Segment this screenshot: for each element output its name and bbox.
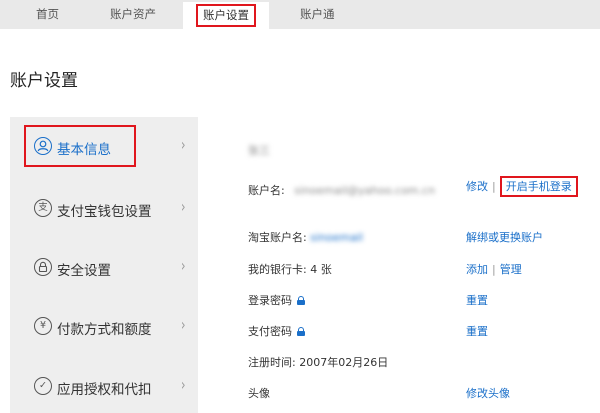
register-text: 注册时间: 2007年02月26日 bbox=[248, 356, 389, 369]
pay-password-label: 支付密码 bbox=[248, 325, 292, 338]
mobile-login-link[interactable]: 开启手机登录 bbox=[499, 176, 578, 197]
yuan-icon: ¥ bbox=[34, 317, 52, 335]
bankcard-text: 我的银行卡: 4 张 bbox=[248, 263, 332, 276]
sidebar: 基本信息 › 支 支付宝钱包设置 › 安全设置 › ¥ 付款方式和额度 › ✓ … bbox=[10, 117, 198, 413]
unbind-taobao-link[interactable]: 解绑或更换账户 bbox=[466, 231, 543, 244]
manage-bankcard-link[interactable]: 管理 bbox=[500, 263, 522, 276]
check-icon: ✓ bbox=[34, 377, 52, 395]
avatar-row: 头像 bbox=[248, 385, 270, 401]
avatar-actions: 修改头像 bbox=[466, 385, 510, 401]
nav-label: 账户通 bbox=[300, 7, 335, 21]
lock-icon bbox=[297, 327, 305, 336]
reset-login-password-link[interactable]: 重置 bbox=[466, 294, 488, 307]
nav-label: 首页 bbox=[36, 7, 59, 21]
nav-label: 账户资产 bbox=[110, 7, 156, 21]
account-actions: 修改 | 开启手机登录 bbox=[466, 176, 578, 197]
user-name-value: 张三 bbox=[248, 144, 270, 157]
sidebar-item-wallet[interactable]: 支 支付宝钱包设置 › bbox=[10, 189, 198, 229]
edit-account-link[interactable]: 修改 bbox=[466, 180, 488, 193]
add-bankcard-link[interactable]: 添加 bbox=[466, 263, 488, 276]
top-nav: 首页 账户资产 账户设置 账户通 bbox=[0, 0, 600, 29]
bankcard-row: 我的银行卡: 4 张 bbox=[248, 261, 332, 277]
sidebar-item-security[interactable]: 安全设置 › bbox=[10, 248, 198, 288]
page-title: 账户设置 bbox=[10, 71, 78, 91]
nav-label: 账户设置 bbox=[196, 4, 256, 27]
pay-password-row: 支付密码 bbox=[248, 323, 305, 339]
register-row: 注册时间: 2007年02月26日 bbox=[248, 354, 388, 370]
separator: | bbox=[492, 263, 496, 276]
chevron-right-icon: › bbox=[180, 135, 186, 154]
edit-avatar-link[interactable]: 修改头像 bbox=[466, 387, 510, 400]
nav-item-account-settings[interactable]: 账户设置 bbox=[183, 2, 269, 29]
account-label: 账户名: bbox=[248, 184, 285, 197]
user-name: 张三 bbox=[248, 142, 270, 158]
nav-item-assets[interactable]: 账户资产 bbox=[110, 0, 156, 29]
taobao-value: sinoemail bbox=[310, 231, 364, 244]
sidebar-item-payment[interactable]: ¥ 付款方式和额度 › bbox=[10, 307, 198, 347]
taobao-label: 淘宝账户名: bbox=[248, 231, 307, 244]
chevron-right-icon: › bbox=[180, 375, 186, 394]
taobao-actions: 解绑或更换账户 bbox=[466, 229, 543, 245]
chevron-right-icon: › bbox=[180, 315, 186, 334]
account-value: sinoemail@yahoo.com.cn bbox=[294, 184, 436, 197]
sidebar-item-label: 基本信息 bbox=[57, 142, 111, 158]
sidebar-item-label: 支付宝钱包设置 bbox=[57, 204, 152, 220]
sidebar-item-label: 付款方式和额度 bbox=[57, 322, 152, 338]
taobao-row: 淘宝账户名: sinoemail bbox=[248, 229, 363, 245]
pay-password-actions: 重置 bbox=[466, 323, 488, 339]
avatar-label: 头像 bbox=[248, 387, 270, 400]
chevron-right-icon: › bbox=[180, 256, 186, 275]
sidebar-item-authorization[interactable]: ✓ 应用授权和代扣 › bbox=[10, 367, 198, 407]
sidebar-item-label: 安全设置 bbox=[57, 263, 111, 279]
login-password-actions: 重置 bbox=[466, 292, 488, 308]
bankcard-actions: 添加 | 管理 bbox=[466, 261, 522, 277]
separator: | bbox=[492, 180, 496, 193]
login-password-row: 登录密码 bbox=[248, 292, 305, 308]
lock-icon bbox=[297, 296, 305, 305]
chevron-right-icon: › bbox=[180, 197, 186, 216]
sidebar-item-label: 应用授权和代扣 bbox=[57, 382, 152, 398]
nav-item-account-pass[interactable]: 账户通 bbox=[300, 0, 335, 29]
sidebar-item-basic-info[interactable]: 基本信息 › bbox=[10, 127, 198, 167]
wallet-icon: 支 bbox=[34, 199, 52, 217]
nav-item-home[interactable]: 首页 bbox=[36, 0, 59, 29]
login-password-label: 登录密码 bbox=[248, 294, 292, 307]
reset-pay-password-link[interactable]: 重置 bbox=[466, 325, 488, 338]
lock-icon bbox=[34, 258, 52, 276]
user-icon bbox=[34, 137, 52, 155]
account-row: 账户名: sinoemail@yahoo.com.cn bbox=[248, 182, 435, 198]
